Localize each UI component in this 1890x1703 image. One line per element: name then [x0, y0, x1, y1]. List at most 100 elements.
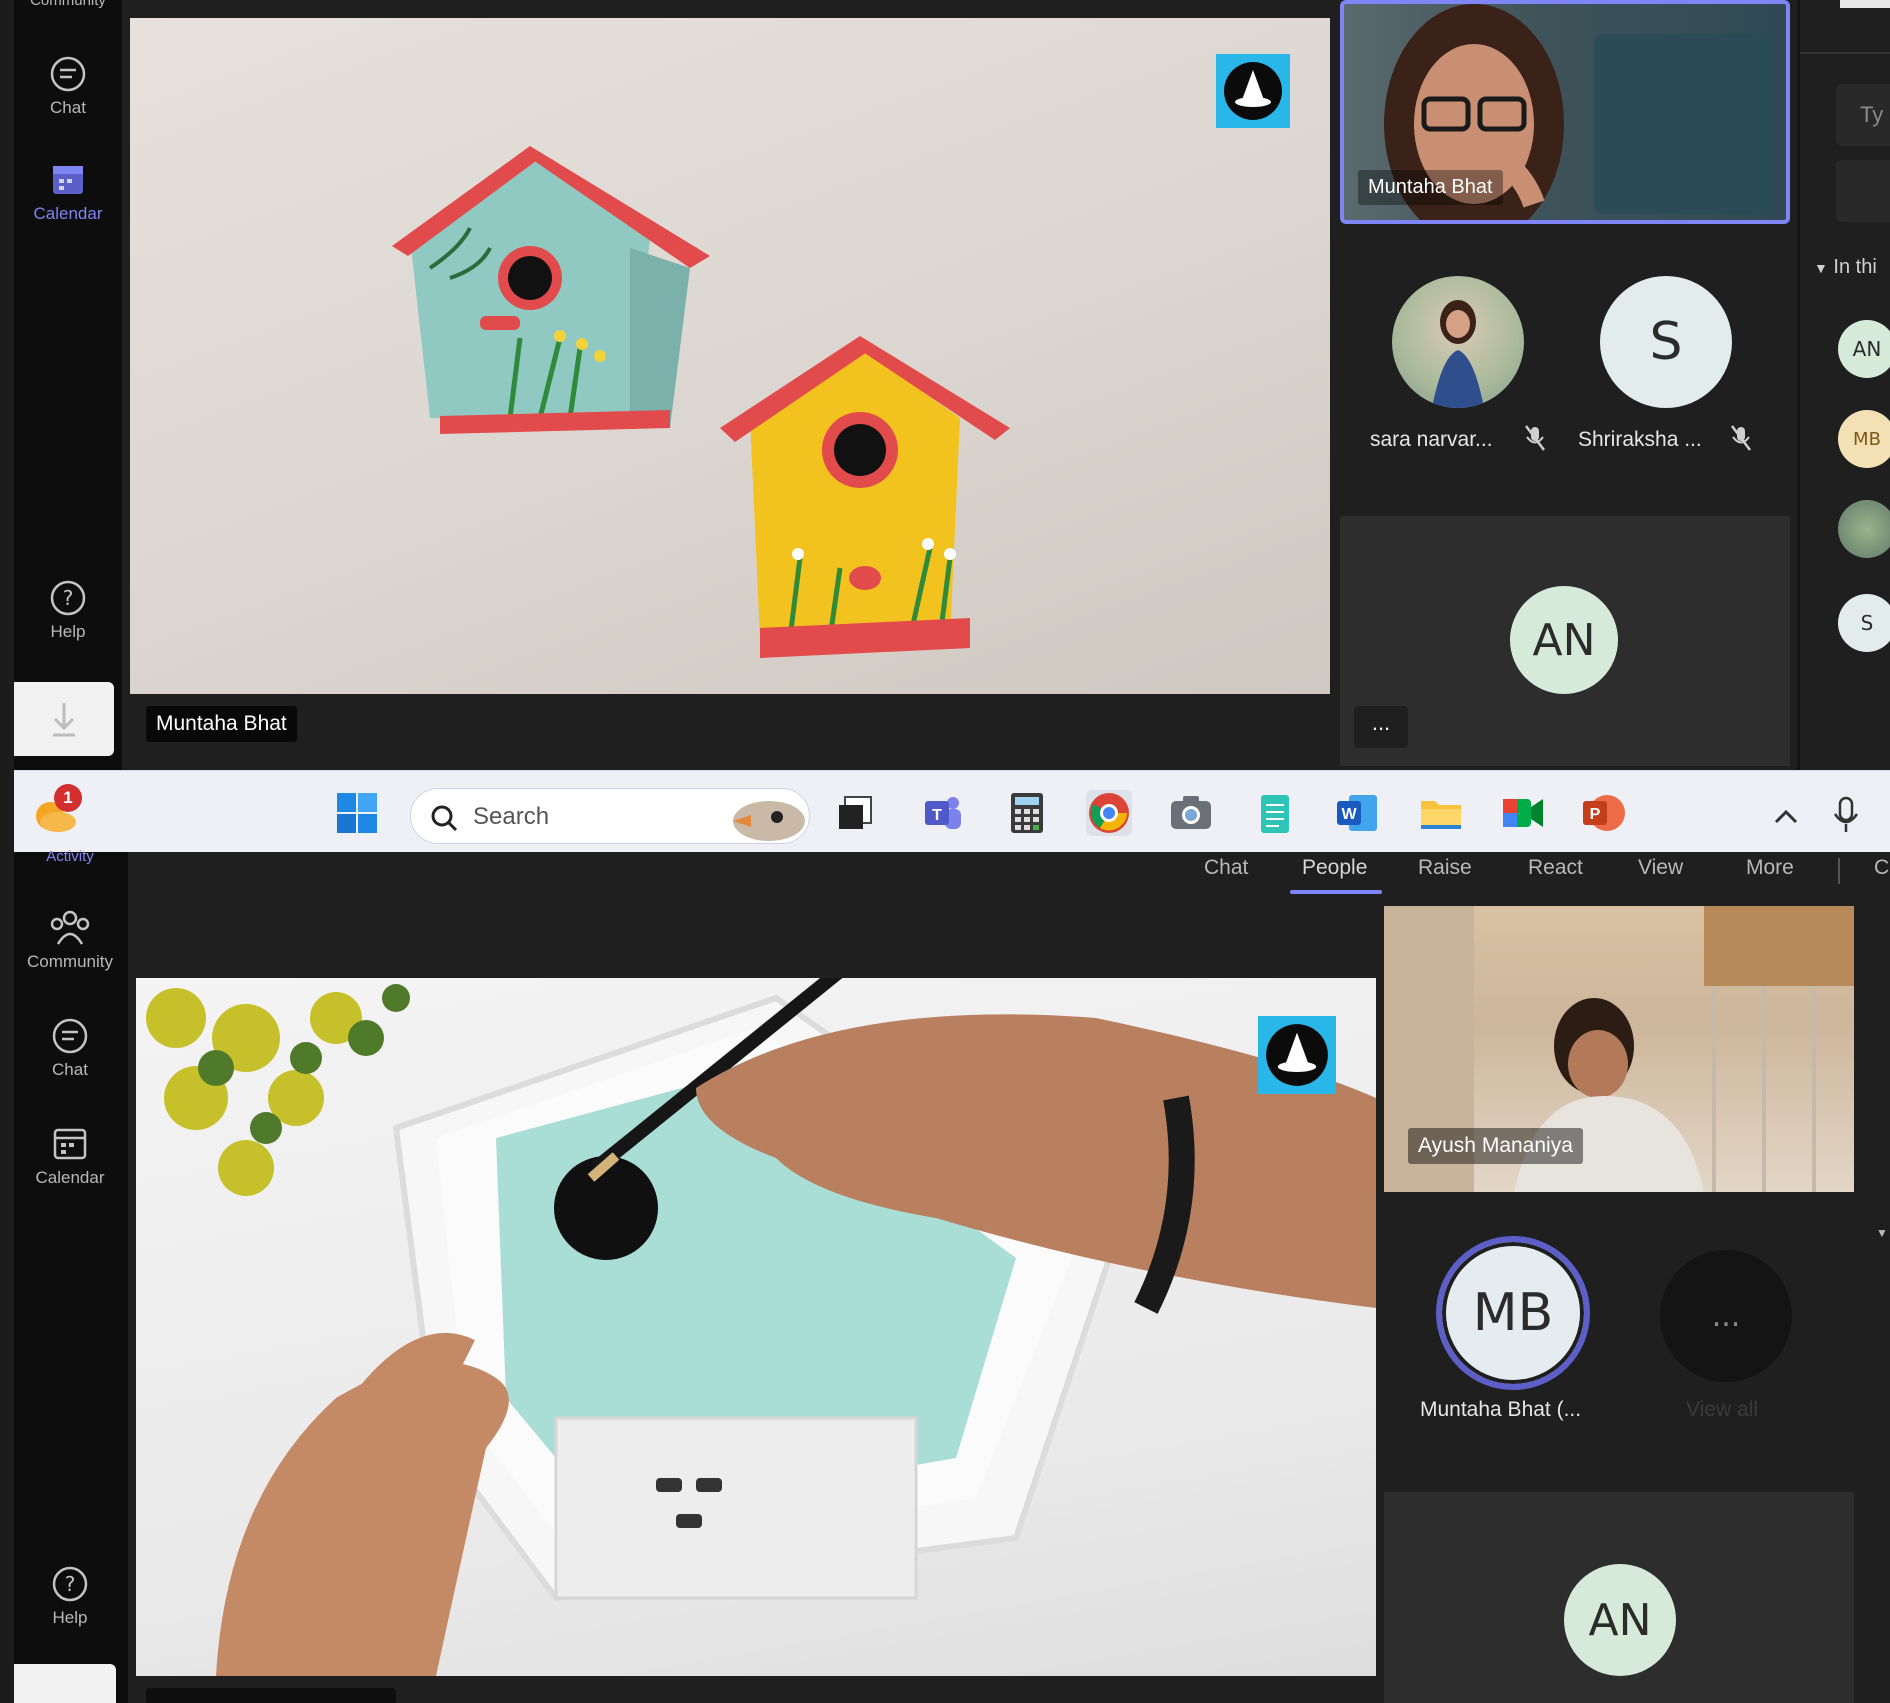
help-icon: ?: [52, 1566, 88, 1602]
svg-text:T: T: [932, 807, 942, 824]
participant-name-mb: Muntaha Bhat (...: [1420, 1398, 1582, 1421]
search-placeholder: Search: [473, 803, 550, 830]
notification-badge: 1: [54, 784, 82, 812]
svg-text:?: ?: [65, 1572, 76, 1596]
overflow-avatar-an[interactable]: AN: [1564, 1564, 1676, 1676]
bottom-overflow-tile: AN: [1384, 1492, 1854, 1703]
toolbar-divider: [1838, 858, 1840, 884]
meet-icon: [1503, 799, 1543, 827]
taskbar-teams[interactable]: T: [920, 790, 966, 836]
rail-item-calendar[interactable]: Calendar: [28, 160, 108, 224]
tab-people[interactable]: People: [1302, 856, 1367, 880]
camera-icon: [1171, 796, 1211, 829]
more-options-button[interactable]: ...: [1354, 706, 1408, 748]
taskbar-file-explorer[interactable]: [1418, 790, 1464, 836]
taskbar-word[interactable]: W: [1334, 790, 1380, 836]
panel-section-toggle[interactable]: ▼ In thi: [1814, 256, 1877, 279]
taskbar-meet[interactable]: [1500, 790, 1546, 836]
file-explorer-icon: [1421, 801, 1461, 829]
start-button[interactable]: [334, 790, 380, 836]
participant-avatar-shriraksha[interactable]: S: [1600, 276, 1732, 408]
rail-item-activity-partial[interactable]: Activity: [30, 846, 110, 866]
widgets-button[interactable]: 1: [28, 784, 84, 840]
brand-logo-icon: [1224, 62, 1282, 120]
participant-name-sara: sara narvar...: [1370, 428, 1493, 451]
taskbar-search-input[interactable]: Search: [410, 788, 810, 844]
rail-item-help[interactable]: ? Help: [30, 1564, 110, 1628]
chrome-icon: [1089, 793, 1129, 833]
taskbar-chrome[interactable]: [1086, 790, 1132, 836]
taskbar-task-view[interactable]: [832, 790, 878, 836]
mic-muted-icon: [1525, 425, 1545, 451]
panel-person-s[interactable]: S: [1838, 594, 1890, 652]
participant-avatar-mb[interactable]: MB: [1436, 1236, 1590, 1390]
participant-avatar-sara[interactable]: [1392, 276, 1524, 408]
calculator-icon: [1011, 793, 1043, 833]
side-panel-caret[interactable]: ▼: [1876, 1226, 1888, 1240]
start-icon: [337, 793, 377, 833]
taskbar-powerpoint[interactable]: P: [1580, 790, 1626, 836]
mb-initials: MB: [1472, 1283, 1554, 1343]
panel-person-an[interactable]: AN: [1838, 320, 1890, 378]
calendar-icon: [53, 1128, 87, 1160]
taskbar-notepad[interactable]: [1252, 790, 1298, 836]
main-video-painting: [136, 978, 1376, 1676]
overflow-avatar-an[interactable]: AN: [1510, 586, 1618, 694]
top-app-rail: Community Chat Calendar ? Help: [14, 0, 122, 770]
search-icon: [431, 805, 458, 832]
task-view-icon: [839, 796, 872, 829]
panel-secondary-field[interactable]: [1836, 160, 1890, 222]
tray-mic-button[interactable]: [1830, 794, 1862, 838]
rail-item-community-partial[interactable]: Community: [28, 0, 108, 10]
chat-icon: [50, 56, 86, 92]
panel-person-photo[interactable]: [1838, 500, 1890, 558]
tray-overflow-button[interactable]: [1770, 796, 1802, 836]
meeting-brand-logo: [1258, 1016, 1336, 1094]
panel-search-input[interactable]: Ty: [1836, 84, 1890, 146]
svg-text:?: ?: [63, 586, 74, 610]
rail-item-calendar[interactable]: Calendar: [30, 1124, 110, 1188]
help-icon: ?: [50, 580, 86, 616]
caret-down-icon: ▼: [1814, 260, 1828, 276]
meeting-toolbar: [128, 852, 1890, 898]
search-highlight-bird-icon: [733, 801, 805, 841]
powerpoint-icon: P: [1583, 795, 1625, 831]
panel-person-mb[interactable]: MB: [1838, 410, 1890, 468]
tab-partial[interactable]: C: [1874, 856, 1889, 880]
notepad-icon: [1261, 795, 1289, 833]
microphone-icon: [1833, 796, 1859, 832]
rail-item-help[interactable]: ? Help: [28, 578, 108, 642]
download-button[interactable]: [14, 682, 114, 756]
calendar-icon: [53, 166, 83, 194]
svg-text:W: W: [1341, 806, 1357, 823]
tab-react[interactable]: React: [1528, 856, 1583, 880]
rail-item-community[interactable]: Community: [24, 908, 116, 972]
birdhouse-scene: [392, 146, 1010, 658]
tab-people-active-indicator: [1290, 890, 1382, 894]
participant-name-shriraksha: Shriraksha ...: [1578, 428, 1702, 451]
tab-view[interactable]: View: [1638, 856, 1683, 880]
svg-text:P: P: [1590, 806, 1601, 823]
teams-icon: T: [925, 797, 961, 829]
chevron-up-icon: [1774, 809, 1798, 824]
tab-more[interactable]: More: [1746, 856, 1794, 880]
tab-raise[interactable]: Raise: [1418, 856, 1472, 880]
community-icon: [50, 910, 90, 945]
tab-chat[interactable]: Chat: [1204, 856, 1248, 880]
view-all-ellipsis: ...: [1711, 1298, 1741, 1334]
sara-photo: [1432, 300, 1484, 408]
main-video-name-tag: Muntaha Bhat: [146, 706, 297, 742]
painting-video-name-tag: [146, 1688, 396, 1703]
self-video-name-tag: Muntaha Bhat: [1358, 170, 1503, 205]
download-button[interactable]: [14, 1664, 116, 1703]
view-all-button[interactable]: ...: [1660, 1250, 1792, 1382]
top-participant-grid: sara narvar... S Shriraksha ...: [1340, 232, 1790, 512]
ayush-video-tile: Ayush Mananiya: [1384, 906, 1854, 1192]
rail-item-chat[interactable]: Chat: [30, 1016, 110, 1080]
taskbar-calculator[interactable]: [1004, 790, 1050, 836]
rail-item-chat[interactable]: Chat: [28, 54, 108, 118]
shriraksha-initials: S: [1649, 312, 1683, 372]
painting-scene: [146, 978, 1376, 1676]
taskbar-camera[interactable]: [1168, 790, 1214, 836]
view-all-label: View all: [1686, 1398, 1758, 1421]
